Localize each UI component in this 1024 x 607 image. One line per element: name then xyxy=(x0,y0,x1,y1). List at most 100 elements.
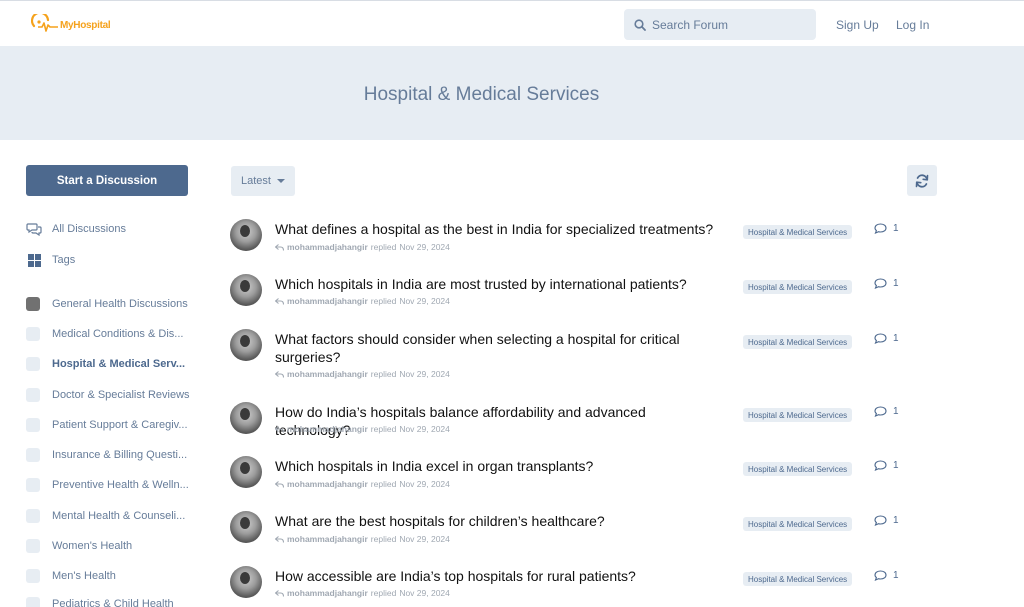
reply-date: Nov 29, 2024 xyxy=(399,296,450,306)
log-in-link[interactable]: Log In xyxy=(896,18,929,32)
hero-banner: Hospital & Medical Services xyxy=(0,46,1024,140)
author-name[interactable]: mohammadjahangir xyxy=(287,242,368,252)
reply-count-value: 1 xyxy=(893,333,899,344)
tag-label: Women's Health xyxy=(52,540,133,552)
tag-badge[interactable]: Hospital & Medical Services xyxy=(743,335,853,349)
reply-action: replied xyxy=(370,424,397,434)
site-logo[interactable]: MyHospital xyxy=(31,14,111,36)
sidebar-tag[interactable]: Medical Conditions & Dis... xyxy=(26,327,196,341)
reply-count: 1 xyxy=(874,460,899,471)
sidebar-tag[interactable]: Doctor & Specialist Reviews xyxy=(26,388,196,402)
reply-icon xyxy=(275,480,284,488)
tag-color-swatch xyxy=(26,448,40,462)
sign-up-link[interactable]: Sign Up xyxy=(836,18,879,32)
reply-date: Nov 29, 2024 xyxy=(399,534,450,544)
sidebar-tag[interactable]: Insurance & Billing Questi... xyxy=(26,448,196,462)
reply-action: replied xyxy=(370,369,397,379)
discussion-meta: mohammadjahangir replied Nov 29, 2024 xyxy=(275,296,450,306)
tag-label: Mental Health & Counseli... xyxy=(52,510,186,522)
page-title: Hospital & Medical Services xyxy=(363,84,600,105)
comment-icon xyxy=(874,570,887,581)
reply-count-value: 1 xyxy=(893,223,899,234)
reply-count: 1 xyxy=(874,406,899,417)
search-icon xyxy=(634,18,646,31)
reply-date: Nov 29, 2024 xyxy=(399,242,450,252)
avatar[interactable] xyxy=(230,219,262,251)
search-box[interactable] xyxy=(624,9,816,40)
comment-icon xyxy=(874,515,887,526)
sidebar-tag[interactable]: Mental Health & Counseli... xyxy=(26,509,196,523)
avatar[interactable] xyxy=(230,566,262,598)
start-discussion-button[interactable]: Start a Discussion xyxy=(26,165,188,196)
author-name[interactable]: mohammadjahangir xyxy=(287,588,368,598)
author-name[interactable]: mohammadjahangir xyxy=(287,534,368,544)
tag-badge[interactable]: Hospital & Medical Services xyxy=(743,572,853,586)
sidebar-item-tags[interactable]: Tags xyxy=(26,252,75,268)
reply-action: replied xyxy=(370,242,397,252)
tag-label: Medical Conditions & Dis... xyxy=(52,328,184,340)
author-name[interactable]: mohammadjahangir xyxy=(287,296,368,306)
sidebar-item-label: All Discussions xyxy=(52,223,126,235)
tag-badge[interactable]: Hospital & Medical Services xyxy=(743,280,853,294)
tag-badge[interactable]: Hospital & Medical Services xyxy=(743,517,853,531)
tag-label: Patient Support & Caregiv... xyxy=(52,419,188,431)
reply-action: replied xyxy=(370,296,397,306)
avatar[interactable] xyxy=(230,511,262,543)
reply-icon xyxy=(275,425,284,433)
reply-count: 1 xyxy=(874,333,899,344)
reply-count-value: 1 xyxy=(893,278,899,289)
discussion-meta: mohammadjahangir replied Nov 29, 2024 xyxy=(275,588,450,598)
tag-badge[interactable]: Hospital & Medical Services xyxy=(743,225,853,239)
discussion-title[interactable]: Which hospitals in India are most truste… xyxy=(275,275,725,293)
sidebar-tag[interactable]: Preventive Health & Welln... xyxy=(26,478,196,492)
avatar[interactable] xyxy=(230,274,262,306)
reply-action: replied xyxy=(370,588,397,598)
tag-color-swatch xyxy=(26,569,40,583)
avatar[interactable] xyxy=(230,329,262,361)
avatar[interactable] xyxy=(230,456,262,488)
search-input[interactable] xyxy=(652,17,802,32)
caret-down-icon xyxy=(276,179,285,183)
sidebar-tag[interactable]: Pediatrics & Child Health xyxy=(26,597,196,607)
reply-date: Nov 29, 2024 xyxy=(399,424,450,434)
tag-color-swatch xyxy=(26,597,40,607)
reply-icon xyxy=(275,589,284,597)
reply-date: Nov 29, 2024 xyxy=(399,588,450,598)
reply-icon xyxy=(275,370,284,378)
author-name[interactable]: mohammadjahangir xyxy=(287,369,368,379)
sidebar-tag[interactable]: General Health Discussions xyxy=(26,297,196,311)
sidebar-item-all-discussions[interactable]: All Discussions xyxy=(26,221,126,237)
discussion-meta: mohammadjahangir replied Nov 29, 2024 xyxy=(275,479,450,489)
refresh-button[interactable] xyxy=(907,165,937,196)
reply-icon xyxy=(275,243,284,251)
sidebar-tag[interactable]: Women's Health xyxy=(26,539,196,553)
discussion-title[interactable]: How accessible are India’s top hospitals… xyxy=(275,567,725,585)
discussion-title[interactable]: What are the best hospitals for children… xyxy=(275,512,725,530)
tag-label: Pediatrics & Child Health xyxy=(52,598,174,607)
tag-color-swatch xyxy=(26,539,40,553)
author-name[interactable]: mohammadjahangir xyxy=(287,479,368,489)
tag-badge[interactable]: Hospital & Medical Services xyxy=(743,408,853,422)
reply-icon xyxy=(275,535,284,543)
sidebar-tag[interactable]: Men's Health xyxy=(26,569,196,583)
sidebar-tag[interactable]: Patient Support & Caregiv... xyxy=(26,418,196,432)
tag-label: Doctor & Specialist Reviews xyxy=(52,389,190,401)
author-name[interactable]: mohammadjahangir xyxy=(287,424,368,434)
reply-icon xyxy=(275,297,284,305)
discussion-title[interactable]: Which hospitals in India excel in organ … xyxy=(275,457,725,475)
reply-count: 1 xyxy=(874,223,899,234)
reply-count: 1 xyxy=(874,570,899,581)
tag-badge[interactable]: Hospital & Medical Services xyxy=(743,462,853,476)
comment-icon xyxy=(874,223,887,234)
tag-label: General Health Discussions xyxy=(52,298,188,310)
reply-count-value: 1 xyxy=(893,460,899,471)
comment-icon xyxy=(874,333,887,344)
reply-date: Nov 29, 2024 xyxy=(399,479,450,489)
sort-dropdown[interactable]: Latest xyxy=(231,166,295,196)
avatar[interactable] xyxy=(230,402,262,434)
discussion-title[interactable]: What factors should consider when select… xyxy=(275,330,695,366)
sidebar-tag-active[interactable]: Hospital & Medical Serv... xyxy=(26,357,196,371)
refresh-icon xyxy=(915,173,929,188)
discussion-title[interactable]: What defines a hospital as the best in I… xyxy=(275,220,725,238)
tag-color-swatch xyxy=(26,418,40,432)
